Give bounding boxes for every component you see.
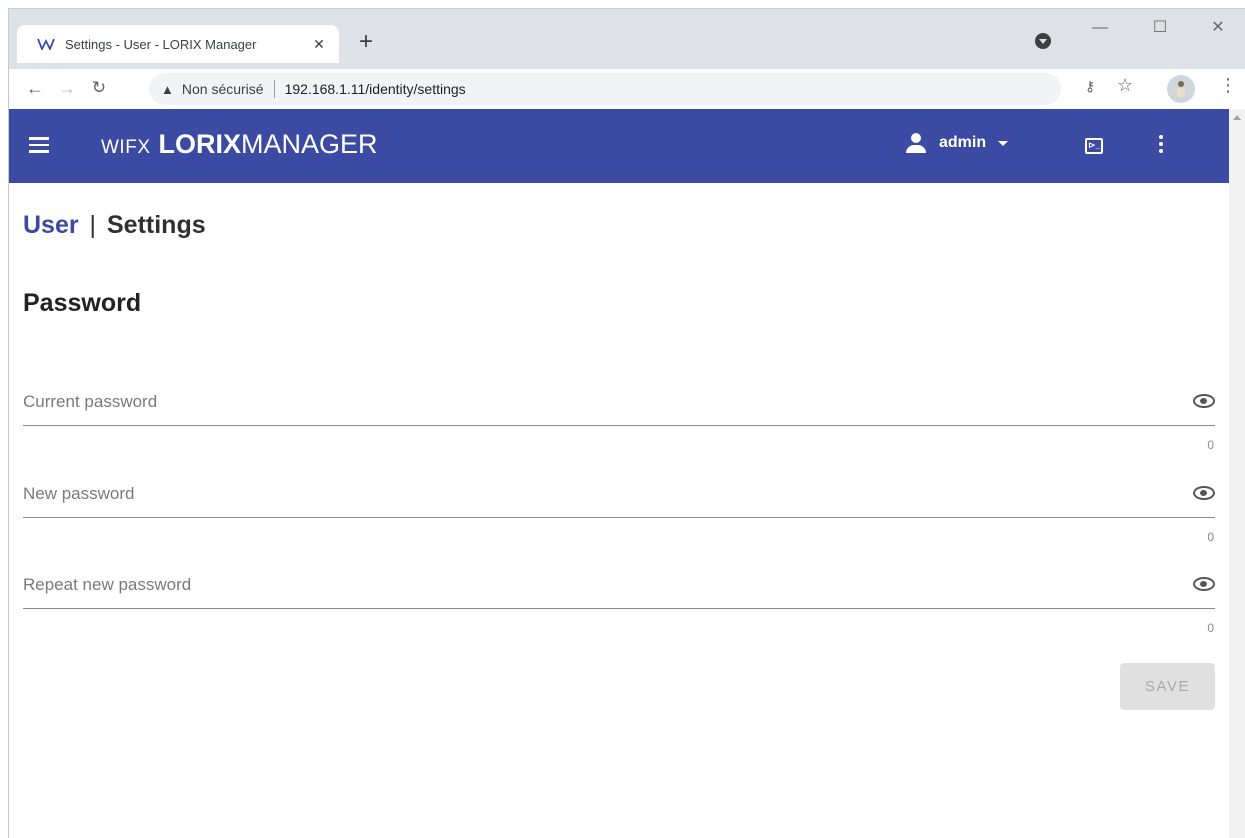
- breadcrumb: User | Settings: [23, 211, 206, 240]
- new-password-input[interactable]: [23, 478, 1173, 512]
- new-tab-button[interactable]: +: [351, 29, 381, 55]
- user-name: admin: [939, 134, 987, 151]
- minimize-button[interactable]: —: [1077, 17, 1123, 47]
- key-icon[interactable]: ⚷: [1085, 78, 1095, 95]
- current-password-input[interactable]: [23, 386, 1173, 420]
- chrome-menu-icon[interactable]: ⋮: [1219, 75, 1237, 96]
- forward-arrow-icon[interactable]: →: [55, 77, 79, 101]
- bookmark-star-icon[interactable]: ☆: [1117, 75, 1133, 96]
- terminal-icon[interactable]: ⊳_: [1085, 138, 1103, 154]
- breadcrumb-user-link[interactable]: User: [23, 211, 79, 239]
- breadcrumb-current: Settings: [107, 211, 206, 239]
- reload-icon[interactable]: ↻: [87, 77, 111, 101]
- person-icon: [905, 133, 927, 153]
- address-bar[interactable]: ▲ Non sécurisé 192.168.1.11/identity/set…: [149, 73, 1061, 105]
- more-vert-icon[interactable]: [1159, 135, 1165, 156]
- address-divider: [273, 80, 275, 98]
- app-bar: WIFX LORIX MANAGER admin ⊳_: [9, 109, 1229, 183]
- repeat-password-field[interactable]: Repeat new password: [23, 565, 1215, 609]
- user-menu-button[interactable]: admin: [905, 133, 1009, 153]
- security-label[interactable]: Non sécurisé: [182, 81, 264, 97]
- breadcrumb-separator: |: [89, 211, 97, 239]
- new-password-field[interactable]: New password: [23, 474, 1215, 518]
- section-title: Password: [23, 289, 142, 317]
- logo-bold: LORIX: [158, 129, 242, 159]
- save-button[interactable]: SAVE: [1120, 663, 1215, 710]
- scroll-up-arrow-icon[interactable]: [1233, 115, 1241, 120]
- hamburger-menu-icon[interactable]: [29, 137, 49, 153]
- new-password-counter: 0: [1207, 530, 1214, 544]
- logo-mark: WIFX: [101, 137, 151, 158]
- tab-close-icon[interactable]: ✕: [309, 36, 329, 53]
- browser-tab[interactable]: Settings - User - LORIX Manager ✕: [17, 25, 339, 63]
- close-window-button[interactable]: ✕: [1195, 17, 1241, 47]
- caret-down-icon: [998, 140, 1009, 146]
- app-logo[interactable]: WIFX LORIX MANAGER: [101, 129, 378, 160]
- maximize-button[interactable]: ☐: [1137, 17, 1183, 47]
- favicon-icon: [37, 37, 55, 51]
- warning-icon[interactable]: ▲: [161, 82, 174, 97]
- profile-avatar[interactable]: [1167, 75, 1195, 103]
- eye-icon[interactable]: [1193, 486, 1215, 500]
- page-scrollbar[interactable]: [1229, 109, 1245, 838]
- back-arrow-icon[interactable]: ←: [23, 77, 47, 101]
- current-password-counter: 0: [1207, 438, 1214, 452]
- tab-search-icon[interactable]: [1035, 33, 1051, 49]
- page-content: WIFX LORIX MANAGER admin ⊳_ User | Setti…: [9, 109, 1229, 838]
- eye-icon[interactable]: [1193, 394, 1215, 408]
- browser-toolbar: ← → ↻ ▲ Non sécurisé 192.168.1.11/identi…: [9, 69, 1245, 109]
- tab-title: Settings - User - LORIX Manager: [65, 36, 257, 52]
- browser-window: Settings - User - LORIX Manager ✕ + — ☐ …: [8, 8, 1245, 838]
- avatar-figure-icon: [1177, 81, 1185, 97]
- repeat-password-input[interactable]: [23, 569, 1173, 603]
- repeat-password-counter: 0: [1207, 621, 1214, 635]
- logo-light: MANAGER: [241, 129, 378, 159]
- current-password-field[interactable]: Current password: [23, 382, 1215, 426]
- tab-strip: Settings - User - LORIX Manager ✕ + — ☐ …: [9, 9, 1245, 69]
- eye-icon[interactable]: [1193, 577, 1215, 591]
- url-text[interactable]: 192.168.1.11/identity/settings: [285, 81, 466, 97]
